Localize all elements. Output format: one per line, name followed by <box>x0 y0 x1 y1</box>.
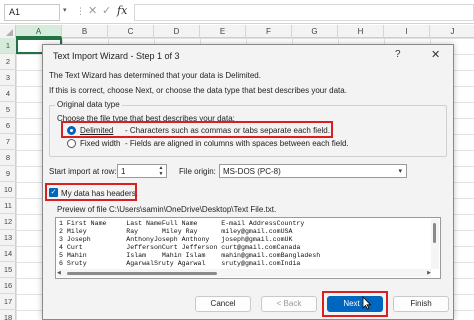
row-header[interactable]: 6 <box>0 118 16 134</box>
scroll-right-icon[interactable]: ▶ <box>427 270 431 276</box>
stepper-down-icon[interactable]: ▼ <box>157 171 165 177</box>
row-header[interactable]: 5 <box>0 102 16 118</box>
intro-instructions: If this is correct, choose Next, or choo… <box>49 86 347 95</box>
row-header[interactable]: 8 <box>0 150 16 166</box>
fixed-width-description: - Fields are aligned in columns with spa… <box>125 139 349 148</box>
start-row-value: 1 <box>121 167 126 176</box>
preview-label: Preview of file C:\Users\samin\OneDrive\… <box>57 205 277 214</box>
name-box[interactable]: A1 <box>4 4 60 21</box>
formula-bar-grip-icon: ⋮ <box>76 6 85 16</box>
help-icon[interactable]: ? <box>395 49 401 60</box>
file-preview[interactable]: 1 First Name Last NameFull Name E-mail A… <box>55 217 441 279</box>
column-header[interactable]: C <box>108 25 154 38</box>
preview-line: 5 Mahin Islam Mahin Islam mahin@gmail.co… <box>59 252 321 259</box>
scrollbar-thumb[interactable] <box>67 272 217 275</box>
row-header[interactable]: 13 <box>0 230 16 246</box>
row-header[interactable]: 16 <box>0 278 16 294</box>
select-all-button[interactable] <box>0 25 16 38</box>
preview-line: 6 Sruty AgarwalSruty Agarwal sruty@gmail… <box>59 260 301 267</box>
column-header[interactable]: A <box>16 25 62 38</box>
row-header[interactable]: 18 <box>0 310 16 320</box>
preview-horizontal-scrollbar[interactable]: ◀ ▶ <box>57 269 431 277</box>
column-header[interactable]: D <box>154 25 200 38</box>
row-header[interactable]: 9 <box>0 166 16 182</box>
column-header[interactable]: E <box>200 25 246 38</box>
preview-line: 2 Miley Ray Miley Ray miley@gmail.comUSA <box>59 228 293 235</box>
formula-bar: A1 ▾ ⋮ ✕ ✓ fx <box>0 0 474 24</box>
row-header[interactable]: 10 <box>0 182 16 198</box>
file-origin-select[interactable]: MS-DOS (PC-8) ▾ <box>219 164 407 178</box>
file-origin-label: File origin: <box>179 167 216 176</box>
row-header[interactable]: 12 <box>0 214 16 230</box>
next-highlight-box <box>322 291 388 317</box>
start-row-stepper[interactable]: 1 ▲ ▼ <box>117 164 167 178</box>
preview-vertical-scrollbar[interactable] <box>431 219 439 269</box>
column-header[interactable]: I <box>384 25 430 38</box>
row-header[interactable]: 4 <box>0 86 16 102</box>
start-row-label: Start import at row: <box>49 167 117 176</box>
file-origin-value: MS-DOS (PC-8) <box>223 167 281 176</box>
fixed-width-radio[interactable] <box>67 139 76 148</box>
scrollbar-thumb[interactable] <box>433 223 436 243</box>
row-header[interactable]: 15 <box>0 262 16 278</box>
delimited-highlight-box <box>61 121 333 138</box>
row-headers: 1 2 3 4 5 6 7 8 9 10 11 12 13 14 15 16 1… <box>0 38 16 320</box>
intro-text: The Text Wizard has determined that your… <box>49 71 261 80</box>
column-header[interactable]: J <box>430 25 474 38</box>
row-header[interactable]: 14 <box>0 246 16 262</box>
finish-button[interactable]: Finish <box>393 296 449 312</box>
column-header[interactable]: H <box>338 25 384 38</box>
back-button[interactable]: < Back <box>261 296 317 312</box>
insert-function-icon[interactable]: fx <box>117 4 127 17</box>
column-header[interactable]: F <box>246 25 292 38</box>
text-import-wizard-dialog: Text Import Wizard - Step 1 of 3 ? ✕ The… <box>42 44 454 320</box>
preview-line: 4 Curt JeffersonCurt Jefferson curt@gmai… <box>59 244 301 251</box>
chevron-down-icon[interactable]: ▾ <box>398 167 402 175</box>
scroll-left-icon[interactable]: ◀ <box>57 270 61 276</box>
mouse-cursor-icon <box>362 296 372 310</box>
column-header[interactable]: G <box>292 25 338 38</box>
confirm-entry-icon[interactable]: ✓ <box>102 4 111 17</box>
cancel-button[interactable]: Cancel <box>195 296 251 312</box>
formula-input[interactable] <box>134 4 474 21</box>
row-header[interactable]: 3 <box>0 70 16 86</box>
dialog-title: Text Import Wizard - Step 1 of 3 <box>53 51 180 61</box>
fixed-width-label[interactable]: Fixed width <box>80 139 120 148</box>
row-header[interactable]: 1 <box>0 38 16 54</box>
cancel-entry-icon[interactable]: ✕ <box>88 4 97 17</box>
column-header[interactable]: B <box>62 25 108 38</box>
row-header[interactable]: 7 <box>0 134 16 150</box>
row-header[interactable]: 11 <box>0 198 16 214</box>
column-headers: A B C D E F G H I J <box>0 25 474 38</box>
close-icon[interactable]: ✕ <box>431 48 440 61</box>
row-header[interactable]: 2 <box>0 54 16 70</box>
group-label: Original data type <box>55 100 122 109</box>
row-header[interactable]: 17 <box>0 294 16 310</box>
headers-highlight-box <box>45 183 137 201</box>
preview-line: 1 First Name Last NameFull Name E-mail A… <box>59 220 305 227</box>
preview-line: 3 Joseph AnthonyJoseph Anthony joseph@gm… <box>59 236 293 243</box>
name-box-dropdown-icon[interactable]: ▾ <box>63 6 67 14</box>
